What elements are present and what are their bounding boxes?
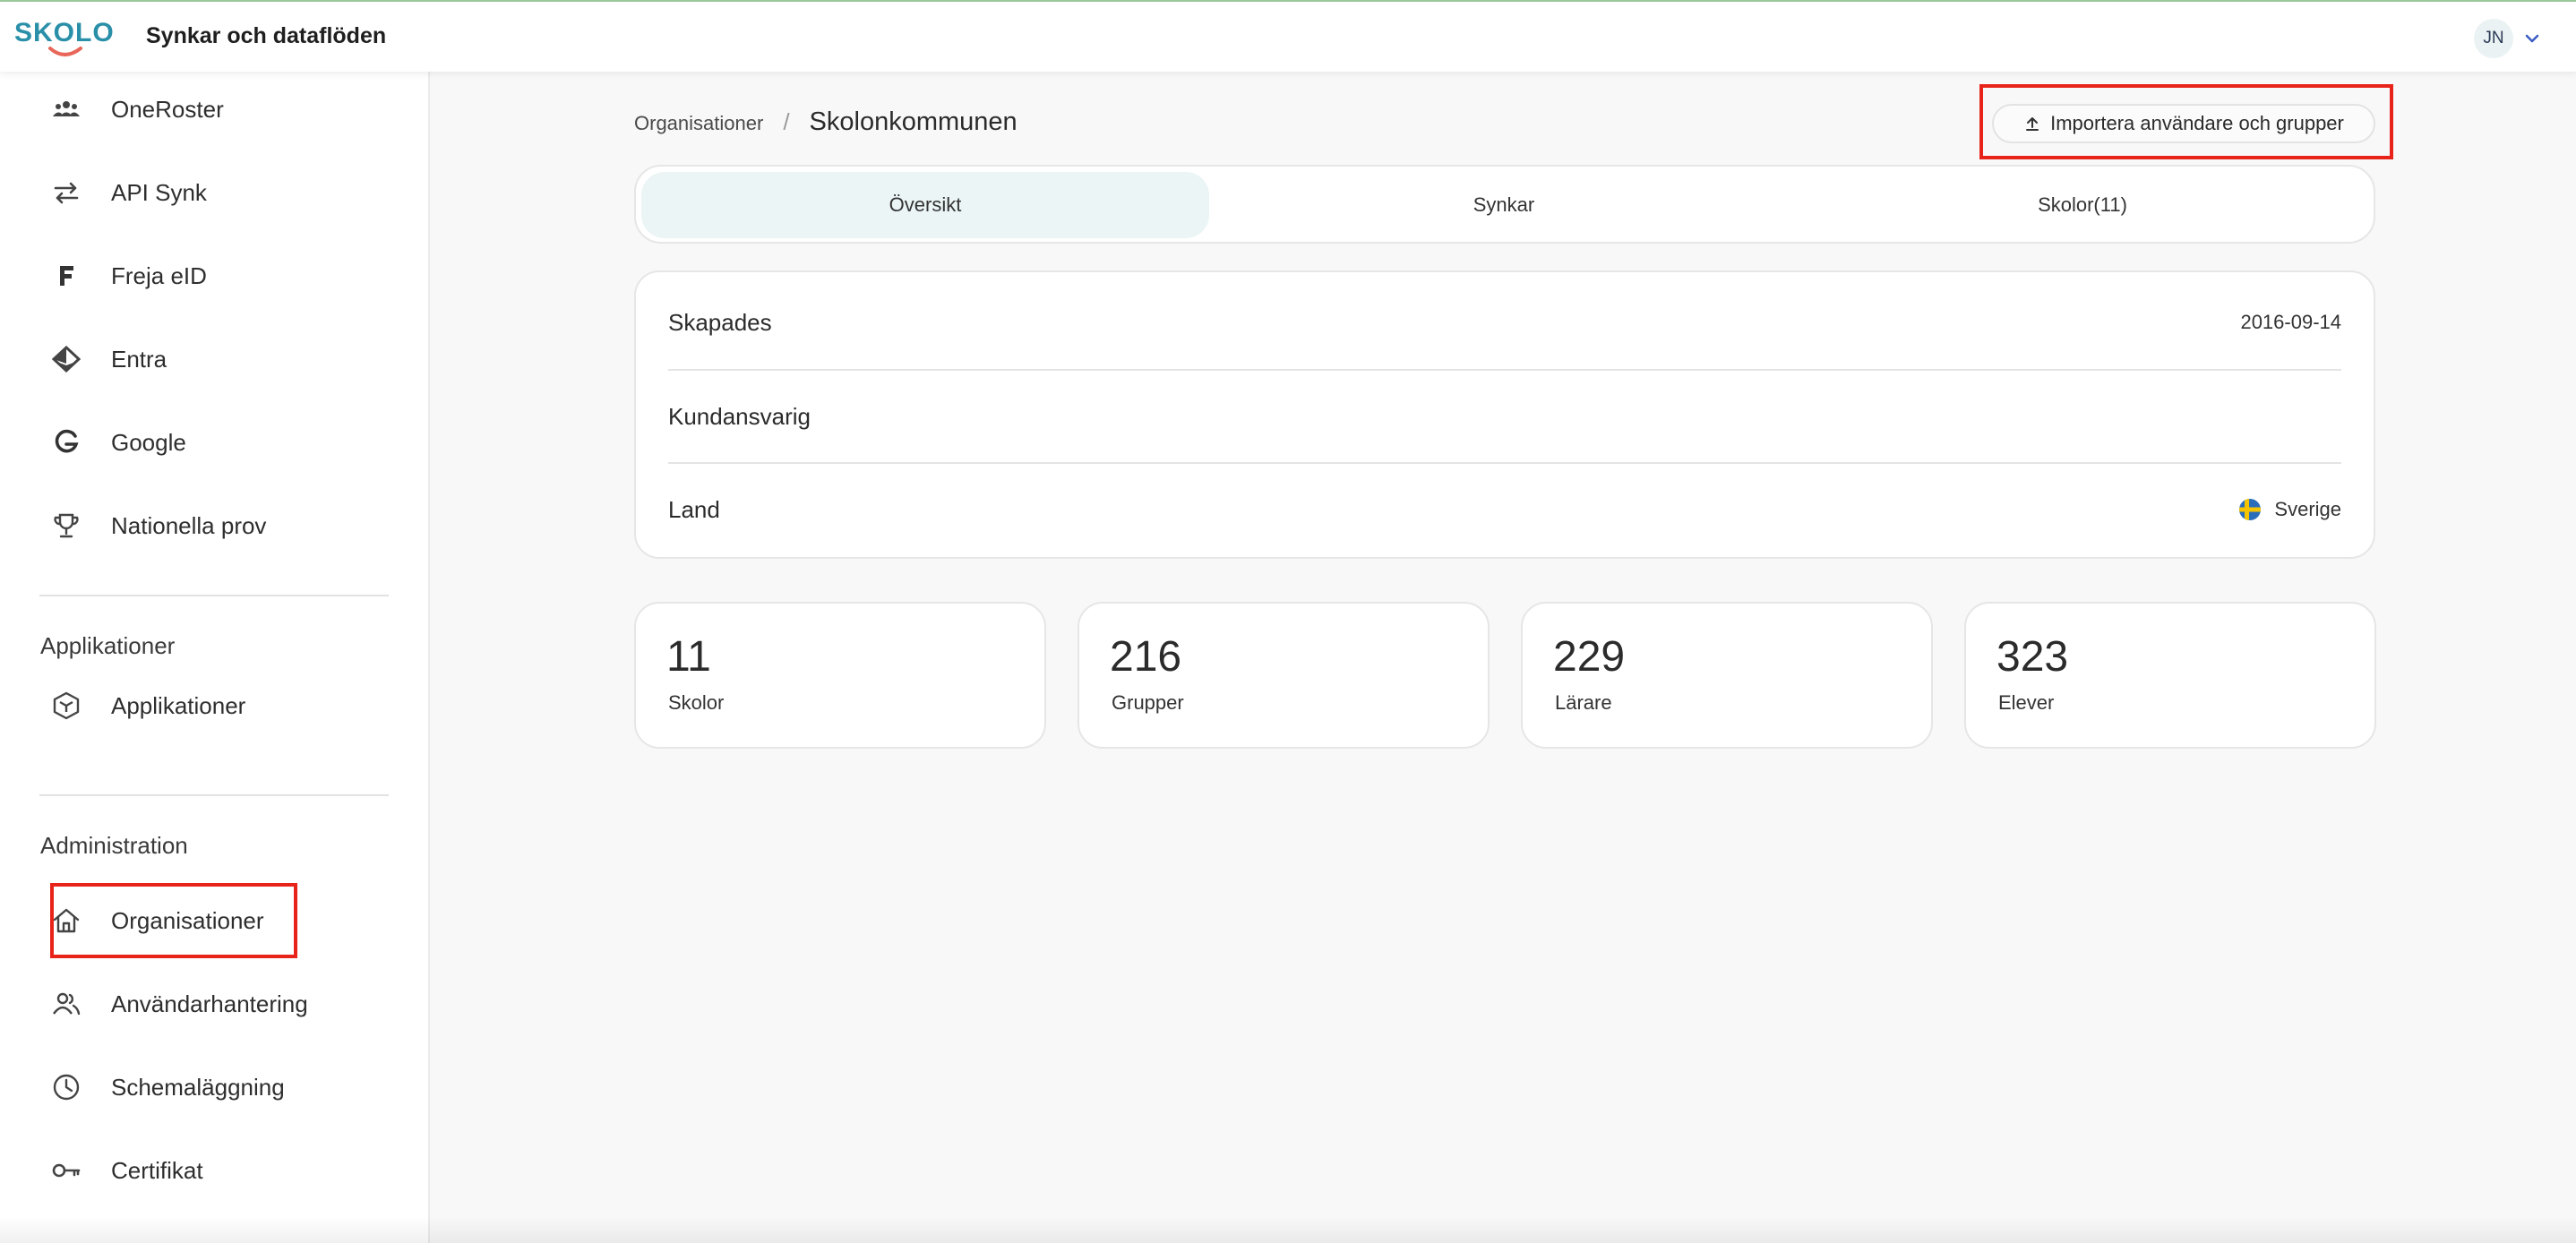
freja-f-icon — [50, 260, 82, 292]
organisation-info-card: Skapades 2016-09-14 Kundansvarig Land Sv… — [634, 270, 2375, 559]
info-label: Land — [668, 495, 720, 523]
sidebar-item-nationella-prov[interactable]: Nationella prov — [50, 499, 266, 553]
upload-icon — [2026, 117, 2039, 131]
stat-label: Elever — [1998, 691, 2055, 714]
sidebar-item-oneroster[interactable]: OneRoster — [50, 82, 224, 136]
home-icon — [50, 904, 82, 937]
stat-label: Skolor — [668, 691, 725, 714]
tab-bar: Översikt Synkar Skolor(11) — [634, 165, 2375, 244]
users-group-icon — [50, 93, 82, 125]
app-title: Synkar och dataflöden — [146, 23, 387, 48]
sidebar-item-api-synk[interactable]: API Synk — [50, 166, 207, 219]
sidebar-item-label: OneRoster — [111, 95, 224, 123]
stat-value: 323 — [1996, 633, 2069, 681]
sidebar-item-label: Applikationer — [111, 691, 246, 719]
country-name: Sverige — [2274, 498, 2341, 520]
sidebar-item-anvandarhantering[interactable]: Användarhantering — [50, 977, 308, 1031]
sidebar-item-label: Certifikat — [111, 1156, 203, 1184]
sidebar-item-google[interactable]: Google — [50, 416, 186, 469]
sidebar-item-freja-eid[interactable]: Freja eID — [50, 249, 207, 303]
users-icon — [50, 988, 82, 1020]
tab-skolor[interactable]: Skolor(11) — [1799, 172, 2366, 238]
trophy-icon — [50, 510, 82, 542]
stat-value: 11 — [666, 633, 711, 681]
chevron-down-icon[interactable] — [2524, 30, 2540, 47]
arrows-swap-icon — [50, 176, 82, 209]
sidebar-item-organisationer[interactable]: Organisationer — [50, 894, 264, 947]
user-menu[interactable]: JN — [2474, 19, 2540, 58]
section-title-administration: Administration — [40, 832, 188, 859]
stat-value: 216 — [1110, 633, 1182, 681]
stat-label: Lärare — [1555, 691, 1612, 714]
skolon-logo[interactable]: SKOLON — [14, 14, 133, 61]
info-value-country: Sverige — [2238, 498, 2341, 521]
bottom-fade — [0, 1216, 2576, 1243]
sidebar-item-label: Schemaläggning — [111, 1073, 285, 1101]
sidebar-item-label: Nationella prov — [111, 511, 267, 539]
sidebar-item-entra[interactable]: Entra — [50, 332, 167, 386]
sidebar-item-label: Entra — [111, 345, 167, 373]
sidebar-item-certifikat[interactable]: Certifikat — [50, 1144, 203, 1197]
sidebar-item-applikationer[interactable]: Applikationer — [50, 679, 245, 733]
stat-card-elever[interactable]: 323 Elever — [1964, 602, 2376, 749]
import-button-label: Importera användare och grupper — [2050, 112, 2344, 134]
clock-icon — [50, 1071, 82, 1103]
info-row-land: Land Sverige — [668, 462, 2341, 555]
sidebar-item-label: Google — [111, 428, 186, 456]
import-users-groups-button[interactable]: Importera användare och grupper — [1992, 104, 2375, 143]
avatar[interactable]: JN — [2474, 19, 2513, 58]
logo-text: SKOLON — [14, 18, 115, 47]
main-content: Organisationer / Skolonkommunen Importer… — [432, 72, 2576, 1243]
page-title: Skolonkommunen — [809, 107, 1018, 136]
info-label: Kundansvarig — [668, 402, 811, 430]
sweden-flag-icon — [2239, 499, 2262, 520]
top-bar: SKOLON Synkar och dataflöden JN — [0, 0, 2576, 72]
sidebar-item-label: Freja eID — [111, 261, 207, 289]
info-row-kundansvarig: Kundansvarig — [668, 369, 2341, 462]
sidebar-divider — [39, 595, 389, 596]
stat-card-grupper[interactable]: 216 Grupper — [1078, 602, 1490, 749]
cube-icon — [50, 690, 82, 722]
tab-oversikt[interactable]: Översikt — [641, 172, 1209, 238]
sidebar-item-label: Användarhantering — [111, 990, 308, 1017]
google-g-icon — [50, 426, 82, 459]
section-title-applikationer: Applikationer — [40, 632, 176, 659]
stat-value: 229 — [1553, 633, 1626, 681]
stat-card-larare[interactable]: 229 Lärare — [1521, 602, 1933, 749]
entra-diamond-icon — [50, 343, 82, 375]
breadcrumb-separator: / — [783, 108, 790, 135]
key-icon — [50, 1154, 82, 1187]
sidebar-divider — [39, 794, 389, 796]
sidebar-item-schemalaggning[interactable]: Schemaläggning — [50, 1060, 285, 1114]
info-label: Skapades — [668, 308, 772, 336]
breadcrumb: Organisationer / Skolonkommunen — [634, 107, 1018, 137]
stat-label: Grupper — [1112, 691, 1184, 714]
sidebar-item-label: API Synk — [111, 178, 207, 206]
sidebar: OneRoster API Synk Freja eID Entra Googl… — [0, 72, 430, 1243]
stat-card-skolor[interactable]: 11 Skolor — [634, 602, 1046, 749]
info-row-skapades: Skapades 2016-09-14 — [668, 276, 2341, 369]
skolon-logo-icon: SKOLON — [14, 18, 133, 56]
tab-synkar[interactable]: Synkar — [1220, 172, 1788, 238]
breadcrumb-organisationer-link[interactable]: Organisationer — [634, 112, 763, 135]
info-value: 2016-09-14 — [2240, 311, 2341, 333]
sidebar-item-label: Organisationer — [111, 906, 264, 934]
